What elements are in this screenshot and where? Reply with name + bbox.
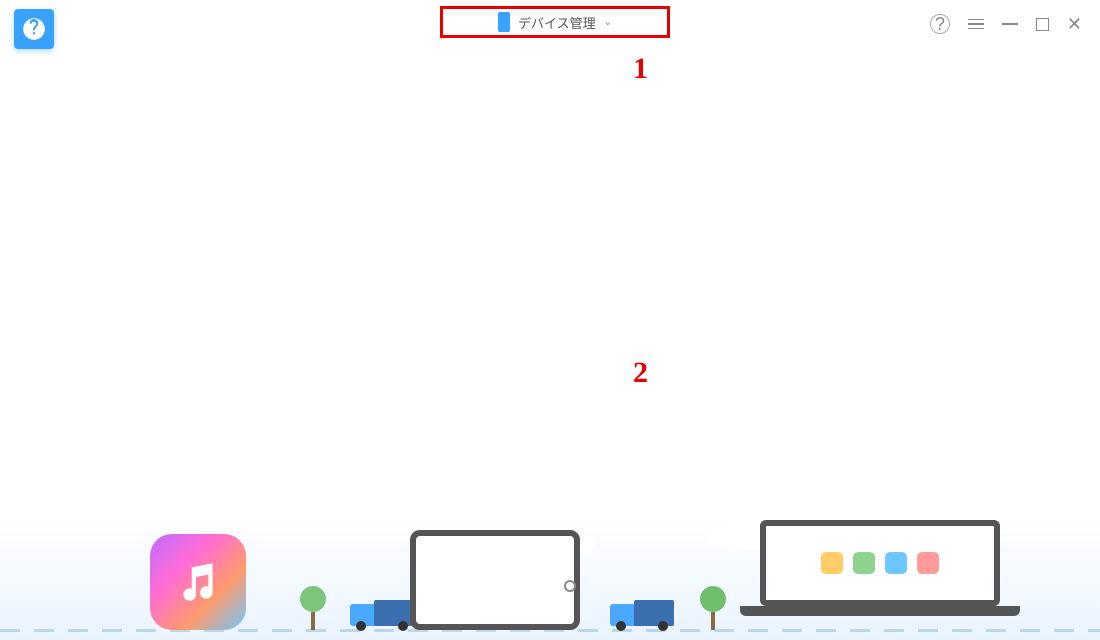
help-button[interactable]: ? <box>930 14 950 34</box>
annotation-2: 2 <box>633 356 648 390</box>
title-bar: デバイス管理 ⌄ ? ✕ <box>0 0 1100 50</box>
device-dropdown-label: デバイス管理 <box>518 13 596 32</box>
chevron-down-icon: ⌄ <box>604 17 612 28</box>
menu-button[interactable] <box>968 19 984 30</box>
minimize-button[interactable] <box>1002 23 1018 25</box>
maximize-button[interactable] <box>1036 18 1049 31</box>
app-logo <box>14 9 54 49</box>
phone-icon <box>498 12 510 32</box>
annotation-1: 1 <box>633 52 648 86</box>
itunes-illustration <box>150 534 246 630</box>
device-dropdown[interactable]: デバイス管理 ⌄ <box>440 6 670 38</box>
laptop-screen <box>760 520 1000 606</box>
laptop-illustration <box>740 520 1020 630</box>
tablet-illustration <box>410 530 580 630</box>
footer-illustration <box>0 510 1100 640</box>
close-button[interactable]: ✕ <box>1067 15 1082 33</box>
